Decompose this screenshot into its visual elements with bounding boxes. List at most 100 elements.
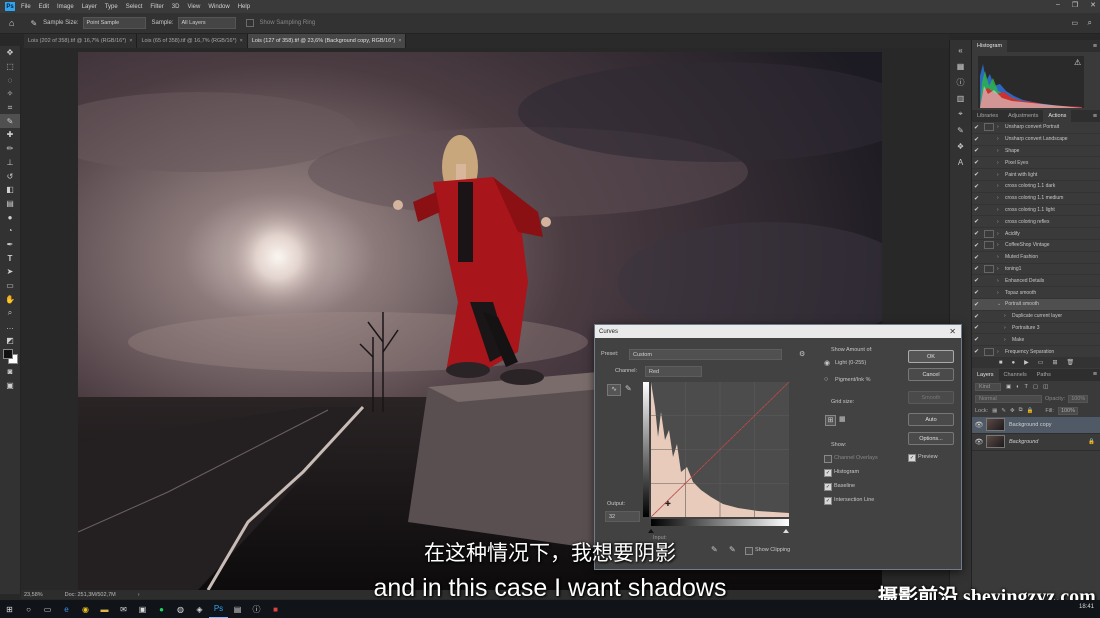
- sampling-ring-checkbox[interactable]: [245, 19, 254, 27]
- screen-mode-icon[interactable]: ▣: [0, 379, 20, 393]
- output-field[interactable]: 32: [605, 511, 640, 522]
- intersection-line-checkbox[interactable]: ✓: [824, 497, 832, 505]
- action-item[interactable]: ✔ ⌄ Portrait smooth: [972, 298, 1100, 311]
- sample-size-dropdown[interactable]: Point Sample: [82, 17, 146, 29]
- expand-chevron-icon[interactable]: ›: [997, 219, 1005, 225]
- expand-chevron-icon[interactable]: ›: [997, 231, 1005, 237]
- new-set-icon[interactable]: ▭: [1038, 359, 1044, 366]
- default-colors-icon[interactable]: ◩: [0, 333, 20, 347]
- marquee-tool-icon[interactable]: ⬚: [0, 60, 20, 74]
- filter-adjust-icon[interactable]: ◐: [1016, 384, 1019, 390]
- expand-chevron-icon[interactable]: ›: [997, 124, 1005, 130]
- app-icon[interactable]: ◈: [190, 600, 209, 618]
- action-toggle-checkbox[interactable]: ✔: [972, 171, 981, 178]
- dialog-toggle-box[interactable]: [984, 135, 994, 143]
- expand-chevron-icon[interactable]: ›: [997, 195, 1005, 201]
- expand-chevron-icon[interactable]: ›: [997, 160, 1005, 166]
- filter-type-icon[interactable]: T: [1025, 384, 1028, 390]
- action-item[interactable]: ✔ › Unsharp convert Landscape: [972, 134, 1100, 146]
- menu-edit[interactable]: Edit: [39, 4, 49, 10]
- filter-smart-icon[interactable]: ◫: [1043, 384, 1048, 390]
- expand-chevron-icon[interactable]: ›: [997, 290, 1005, 296]
- panel-menu-icon[interactable]: ≡: [1093, 113, 1097, 120]
- minimize-icon[interactable]: –: [1056, 1, 1060, 9]
- expand-chevron-icon[interactable]: ›: [997, 254, 1005, 260]
- tab-histogram[interactable]: Histogram: [972, 40, 1008, 52]
- action-item[interactable]: ✔ › Enhanced Details: [972, 275, 1100, 288]
- layer-kind-filter[interactable]: Kind: [975, 382, 1002, 391]
- tab-close-icon[interactable]: ×: [398, 38, 401, 44]
- tab-layers[interactable]: Layers: [972, 368, 999, 381]
- expand-chevron-icon[interactable]: ›: [997, 266, 1005, 272]
- action-toggle-checkbox[interactable]: ✔: [972, 159, 981, 166]
- tab-close-icon[interactable]: ×: [240, 38, 243, 44]
- menu-3d[interactable]: 3D: [172, 4, 180, 10]
- quick-mask-icon[interactable]: ◙: [0, 365, 20, 379]
- properties-icon[interactable]: ▦: [950, 58, 971, 74]
- expand-chevron-icon[interactable]: ⌄: [997, 301, 1005, 307]
- dialog-toggle-box[interactable]: [984, 241, 994, 250]
- action-item[interactable]: ✔ › Portraiture 3: [972, 323, 1100, 335]
- stop-icon[interactable]: ■: [999, 360, 1003, 366]
- menu-view[interactable]: View: [187, 4, 200, 10]
- spotify-icon[interactable]: ●: [152, 600, 171, 618]
- expand-chevron-icon[interactable]: ›: [997, 207, 1005, 213]
- smooth-button[interactable]: Smooth: [908, 391, 954, 404]
- action-toggle-checkbox[interactable]: ✔: [972, 301, 981, 308]
- dialog-toggle-box[interactable]: [984, 206, 994, 214]
- dialog-toggle-box[interactable]: [984, 277, 994, 285]
- action-item[interactable]: ✔ › cross coloring 1.1 dark: [972, 181, 1100, 193]
- dialog-toggle-box[interactable]: [984, 147, 994, 155]
- layer-background-copy[interactable]: 👁 Background copy: [972, 416, 1100, 434]
- lasso-tool-icon[interactable]: ◌: [0, 73, 20, 87]
- expand-chevron-icon[interactable]: ›: [997, 172, 1005, 178]
- record-icon[interactable]: ●: [1012, 360, 1016, 366]
- expand-chevron-icon[interactable]: ›: [1004, 337, 1012, 343]
- fill-field[interactable]: 100%: [1057, 406, 1079, 415]
- tab-adjustments[interactable]: Adjustments: [1003, 110, 1043, 122]
- brush-tool-icon[interactable]: ✏: [0, 142, 20, 156]
- action-item[interactable]: ✔ › Pixel Eyes: [972, 157, 1100, 170]
- eyedropper-icon[interactable]: ✎: [0, 114, 20, 129]
- action-item[interactable]: ✔ › cross coloring 1.1 light: [972, 205, 1100, 217]
- action-item[interactable]: ✔ › Duplicate current layer: [972, 311, 1100, 323]
- glyphs-icon[interactable]: A: [950, 154, 971, 170]
- preset-options-icon[interactable]: ⚙: [799, 350, 805, 358]
- action-item[interactable]: ✔ › cross coloring reflex: [972, 216, 1100, 229]
- action-item[interactable]: ✔ › Shape: [972, 146, 1100, 158]
- menu-type[interactable]: Type: [105, 4, 118, 10]
- dialog-toggle-box[interactable]: [984, 289, 994, 297]
- zoom-tool-icon[interactable]: ⌕: [0, 306, 20, 320]
- edit-toolbar-icon[interactable]: …: [0, 320, 20, 334]
- filter-pixel-icon[interactable]: ▣: [1006, 384, 1011, 390]
- search-icon[interactable]: ○: [19, 600, 38, 618]
- pigment-radio[interactable]: ○: [824, 376, 828, 383]
- action-toggle-checkbox[interactable]: ✔: [972, 242, 981, 249]
- history-brush-icon[interactable]: ↺: [0, 169, 20, 183]
- grid-simple-icon[interactable]: ⊞: [825, 415, 836, 426]
- action-toggle-checkbox[interactable]: ✔: [972, 313, 981, 320]
- channel-overlays-checkbox[interactable]: [824, 455, 832, 463]
- pencil-tool-icon[interactable]: ✎: [625, 384, 632, 393]
- sample-dropdown[interactable]: All Layers: [177, 17, 236, 29]
- expand-chevron-icon[interactable]: ›: [997, 242, 1005, 248]
- tab-actions[interactable]: Actions: [1043, 110, 1072, 122]
- expand-chevron-icon[interactable]: ›: [1004, 325, 1012, 331]
- swatches-icon[interactable]: ▥: [950, 90, 971, 106]
- action-toggle-checkbox[interactable]: ✔: [972, 124, 981, 131]
- auto-button[interactable]: Auto: [908, 413, 954, 426]
- action-toggle-checkbox[interactable]: ✔: [972, 324, 981, 331]
- histogram-checkbox[interactable]: ✓: [824, 469, 832, 477]
- layer-background[interactable]: 👁 Background 🔒: [972, 434, 1100, 451]
- panel-menu-icon[interactable]: ≡: [1093, 43, 1097, 50]
- play-icon[interactable]: ▶: [1024, 359, 1029, 366]
- blur-icon[interactable]: ●: [0, 210, 20, 224]
- tab-lois-65[interactable]: Lois (65 of 358).tif @ 16,7% (RGB/16*) ×: [137, 34, 248, 48]
- delete-action-icon[interactable]: 🗑: [1066, 359, 1074, 366]
- color-swatches[interactable]: [0, 347, 20, 365]
- visibility-eye-icon[interactable]: 👁: [972, 421, 986, 429]
- options-button[interactable]: Options...: [908, 432, 954, 445]
- dialog-toggle-box[interactable]: [984, 324, 994, 332]
- lock-paint-icon[interactable]: ✎: [1001, 408, 1006, 414]
- eyedropper-tool-icon[interactable]: ✎: [30, 19, 37, 28]
